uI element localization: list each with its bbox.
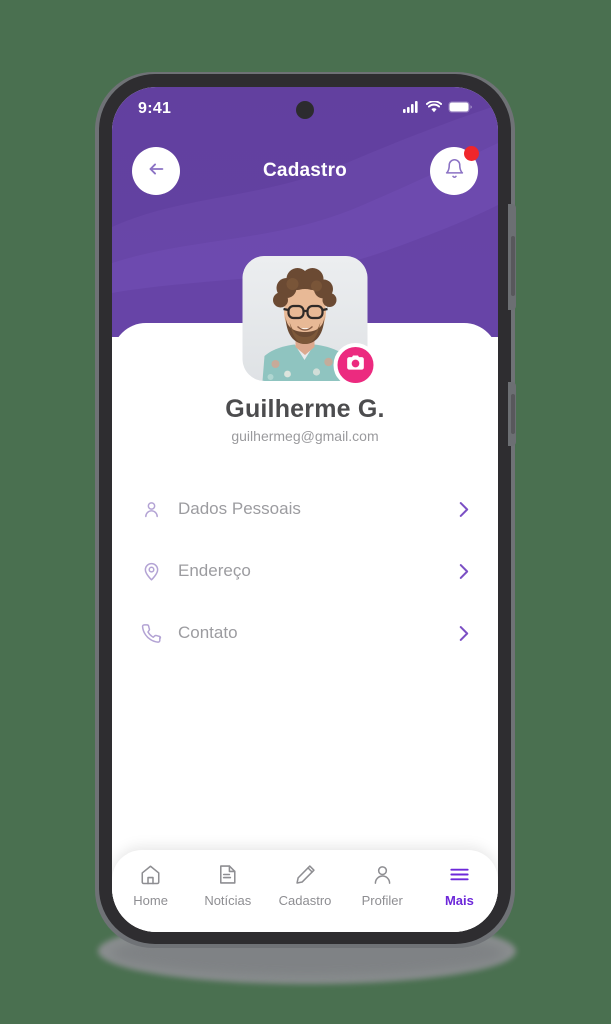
chevron-right-icon — [458, 562, 470, 580]
location-pin-icon — [140, 560, 162, 582]
volume-rocker-groove — [511, 236, 515, 296]
nav-item-home[interactable]: Home — [112, 862, 189, 908]
menu-item-label: Contato — [178, 623, 238, 642]
change-photo-button[interactable] — [333, 343, 378, 387]
notification-badge — [464, 146, 479, 161]
nav-item-profiler[interactable]: Profiler — [344, 862, 421, 908]
profile-name: Guilherme G. — [225, 395, 385, 423]
bottom-navigation-bar: Home Notícias Cadastro Profiler Mais — [112, 850, 498, 932]
chevron-right-icon — [458, 500, 470, 518]
profile-identity: Guilherme G. guilhermeg@gmail.com — [112, 395, 498, 444]
nav-item-mais[interactable]: Mais — [421, 862, 498, 908]
nav-item-label: Cadastro — [278, 893, 332, 908]
bell-icon — [444, 158, 465, 184]
home-icon — [139, 862, 162, 886]
wifi-icon — [425, 100, 443, 118]
document-icon — [216, 862, 239, 886]
nav-item-noticias[interactable]: Notícias — [189, 862, 266, 908]
nav-item-label: Profiler — [361, 893, 403, 908]
status-bar-time: 9:41 — [138, 100, 172, 117]
person-icon — [371, 862, 394, 886]
front-camera-punch-hole — [296, 101, 314, 119]
nav-item-label: Mais — [444, 893, 474, 908]
arrow-left-icon — [145, 158, 167, 185]
header-nav-row: Cadastro — [112, 143, 498, 199]
chevron-right-icon — [458, 624, 470, 642]
avatar-container — [242, 256, 378, 387]
page-title: Cadastro — [263, 160, 347, 181]
menu-item-dados-pessoais[interactable]: Dados Pessoais — [140, 478, 470, 540]
battery-icon — [448, 100, 472, 118]
nav-item-cadastro[interactable]: Cadastro — [266, 862, 343, 908]
notifications-button[interactable] — [430, 146, 479, 195]
profile-email: guilhermeg@gmail.com — [231, 428, 379, 444]
status-bar-icons — [403, 100, 472, 118]
back-button[interactable] — [132, 147, 180, 195]
nav-item-label: Home — [133, 893, 168, 908]
menu-item-label: Endereço — [178, 561, 251, 580]
menu-item-contato[interactable]: Contato — [140, 602, 470, 664]
person-icon — [140, 498, 162, 520]
menu-item-label: Dados Pessoais — [178, 499, 301, 518]
settings-menu-list: Dados Pessoais Endereço Contato — [112, 478, 498, 664]
hamburger-menu-icon — [448, 862, 471, 886]
nav-item-label: Notícias — [204, 893, 252, 908]
camera-icon — [346, 353, 366, 378]
cellular-signal-icon — [403, 100, 420, 118]
phone-screen: 9:41 Cadastro Guilherme G. guilhermeg@gm… — [112, 87, 498, 932]
power-button-groove — [511, 394, 515, 434]
phone-icon — [140, 622, 162, 644]
menu-item-endereco[interactable]: Endereço — [140, 540, 470, 602]
pencil-icon — [294, 862, 317, 886]
